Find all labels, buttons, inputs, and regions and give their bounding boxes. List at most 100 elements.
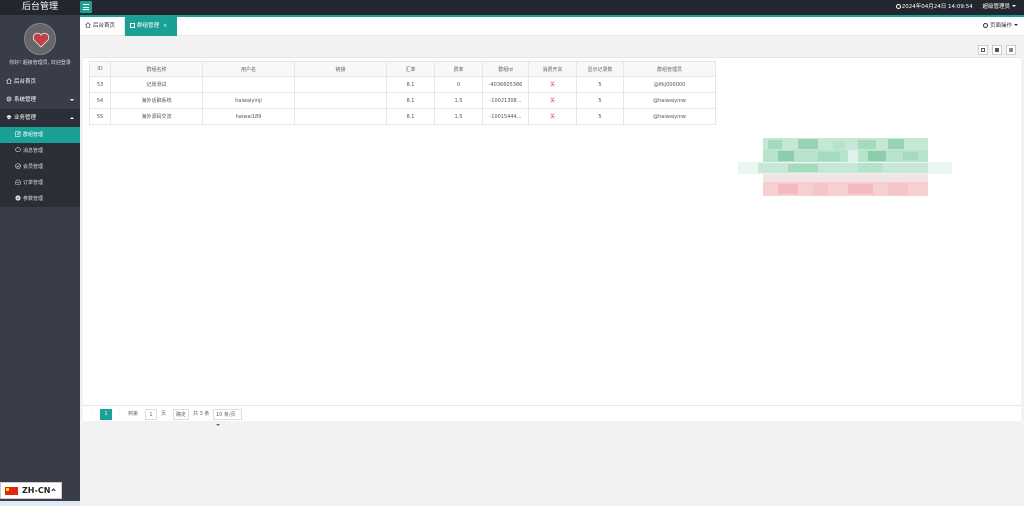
- menu-toggle-button[interactable]: [80, 1, 92, 13]
- home-icon: [6, 78, 12, 84]
- sidebar-item-params[interactable]: 参数管理: [0, 191, 80, 207]
- close-icon[interactable]: ×: [163, 23, 167, 29]
- cell-fee-rate: 1.5: [434, 108, 483, 125]
- language-selector[interactable]: ZH-CN: [0, 482, 62, 499]
- export-button[interactable]: [992, 45, 1002, 55]
- chevron-down-icon: [216, 424, 220, 426]
- column-header[interactable]: 费率: [434, 61, 483, 77]
- cell-exchange-rate: 8.1: [386, 76, 435, 93]
- cell-record-count: 5: [576, 108, 624, 125]
- cell-link: [294, 76, 387, 93]
- column-header[interactable]: 群组id: [482, 61, 529, 77]
- data-panel: ID 群组名称 用户名 链接 汇率 费率 群组id 消费开关 显示记录数 群组管…: [83, 41, 1021, 421]
- cell-group-id: -4036605386: [482, 76, 529, 93]
- sidebar-item-orders[interactable]: 订单管理: [0, 175, 80, 191]
- cell-record-count: 5: [576, 76, 624, 93]
- cell-fee-rate: 1.5: [434, 92, 483, 109]
- chevron-down-icon: [70, 99, 74, 101]
- export-icon: [995, 48, 999, 52]
- column-header[interactable]: 链接: [294, 61, 387, 77]
- compass-icon: [15, 195, 21, 201]
- chevron-down-icon: [1014, 24, 1018, 26]
- print-button[interactable]: [1006, 45, 1016, 55]
- column-header[interactable]: 群组管理员: [623, 61, 716, 77]
- groups-table: ID 群组名称 用户名 链接 汇率 费率 群组id 消费开关 显示记录数 群组管…: [89, 61, 716, 125]
- column-header[interactable]: 显示记录数: [576, 61, 624, 77]
- table-row[interactable]: 53 记账测试 8.1 0 -4036605386 关 5 @lfkj00000…: [89, 76, 716, 93]
- header-right: 2024年04月24日 14:09:54 超级管理员: [888, 0, 1016, 15]
- page-size-select[interactable]: 10 条/页: [213, 409, 242, 426]
- page-operations-menu[interactable]: 页面操作: [982, 17, 1018, 36]
- datetime-display: 2024年04月24日 14:09:54: [895, 4, 973, 10]
- goto-confirm-button[interactable]: 确定: [173, 409, 190, 420]
- cell-consume-switch[interactable]: 关: [528, 108, 577, 125]
- graduation-cap-icon: [6, 115, 12, 120]
- cell-username: haiwai189: [202, 108, 295, 125]
- cell-group-id: -10015444...: [482, 108, 529, 125]
- china-flag-icon: [5, 487, 18, 495]
- column-header[interactable]: 用户名: [202, 61, 295, 77]
- sidebar-item-messages[interactable]: 消息管理: [0, 143, 80, 159]
- cell-consume-switch[interactable]: 关: [528, 92, 577, 109]
- tab-home[interactable]: 后台首页: [80, 17, 125, 36]
- sidebar-item-label: 群组管理: [23, 132, 44, 138]
- current-page-button[interactable]: 1: [100, 409, 112, 420]
- gear-icon: [6, 96, 12, 102]
- cell-consume-switch[interactable]: 关: [528, 76, 577, 93]
- column-header[interactable]: ID: [89, 61, 111, 77]
- sidebar-nav: 后台首页 系统管理 业务管理 群组管理 消息管理 会员管理 订单管理 参数管理: [0, 73, 80, 207]
- cell-id: 54: [89, 92, 111, 109]
- avatar: [24, 23, 56, 55]
- page-ops-label: 页面操作: [989, 23, 1012, 29]
- chevron-down-icon: [1012, 5, 1016, 7]
- pagination: ‹ 1 › 到第 1 页 确定 共 3 条 10 条/页: [83, 405, 1021, 426]
- main-content: 后台首页 群组管理 × 页面操作 ID 群组名称 用户名 链接 汇率 费率 群组…: [80, 15, 1024, 506]
- table-row[interactable]: 55 海外源码交流 haiwai189 8.1 1.5 -10015444...…: [89, 108, 716, 125]
- check-circle-icon: [15, 163, 21, 169]
- print-icon: [1009, 48, 1013, 52]
- chevron-up-icon: [70, 117, 74, 119]
- total-count: 共 3 条: [193, 411, 210, 417]
- admin-menu[interactable]: 超级管理员: [982, 4, 1016, 10]
- next-page-button[interactable]: ›: [118, 409, 120, 420]
- table-toolbar: [83, 41, 1021, 58]
- heart-icon: [32, 32, 50, 48]
- column-header[interactable]: 消费开关: [528, 61, 577, 77]
- cell-group-name: 海外话聊系统: [110, 92, 203, 109]
- app-logo-title: 后台管理: [21, 2, 58, 12]
- sidebar-item-groups[interactable]: 群组管理: [0, 127, 80, 143]
- clock-icon: [895, 4, 901, 9]
- sidebar-item-label: 订单管理: [23, 180, 44, 186]
- sidebar-item-label: 后台首页: [14, 79, 37, 85]
- top-header: 后台管理 2024年04月24日 14:09:54 超级管理员: [0, 0, 1024, 15]
- cell-id: 55: [89, 108, 111, 125]
- grid-icon: [981, 48, 985, 52]
- cell-group-admin: @haiwaiyinw: [623, 92, 716, 109]
- goto-label: 到第: [128, 411, 139, 417]
- cell-group-name: 海外源码交流: [110, 108, 203, 125]
- sidebar-item-members[interactable]: 会员管理: [0, 159, 80, 175]
- sidebar-item-label: 会员管理: [23, 164, 44, 170]
- column-header[interactable]: 汇率: [386, 61, 435, 77]
- sidebar-item-business[interactable]: 业务管理: [0, 109, 80, 127]
- table-row[interactable]: 54 海外话聊系统 haiwaiyinji 8.1 1.5 -10021308.…: [89, 92, 716, 109]
- column-header[interactable]: 群组名称: [110, 61, 203, 77]
- page-number-input[interactable]: 1: [145, 409, 157, 420]
- sidebar-item-label: 系统管理: [14, 97, 37, 103]
- chevron-up-icon: [51, 488, 56, 493]
- edit-icon: [15, 131, 21, 137]
- edit-icon: [130, 23, 135, 28]
- table-header-row: ID 群组名称 用户名 链接 汇率 费率 群组id 消费开关 显示记录数 群组管…: [89, 61, 716, 77]
- cell-group-admin: @lfkj000000: [623, 76, 716, 93]
- pixelated-image: [738, 138, 952, 196]
- tab-label: 群组管理: [137, 23, 160, 29]
- sidebar-item-home[interactable]: 后台首页: [0, 73, 80, 91]
- prev-page-button[interactable]: ‹: [91, 409, 93, 420]
- sidebar-item-system[interactable]: 系统管理: [0, 91, 80, 109]
- sidebar-item-label: 消息管理: [23, 148, 44, 154]
- columns-filter-button[interactable]: [978, 45, 988, 55]
- welcome-text: 你好! 超级管理员, 欢迎登录: [9, 60, 71, 66]
- sidebar-submenu: 群组管理 消息管理 会员管理 订单管理 参数管理: [0, 127, 80, 207]
- sidebar-item-label: 参数管理: [23, 196, 44, 202]
- tab-groups[interactable]: 群组管理 ×: [125, 17, 177, 36]
